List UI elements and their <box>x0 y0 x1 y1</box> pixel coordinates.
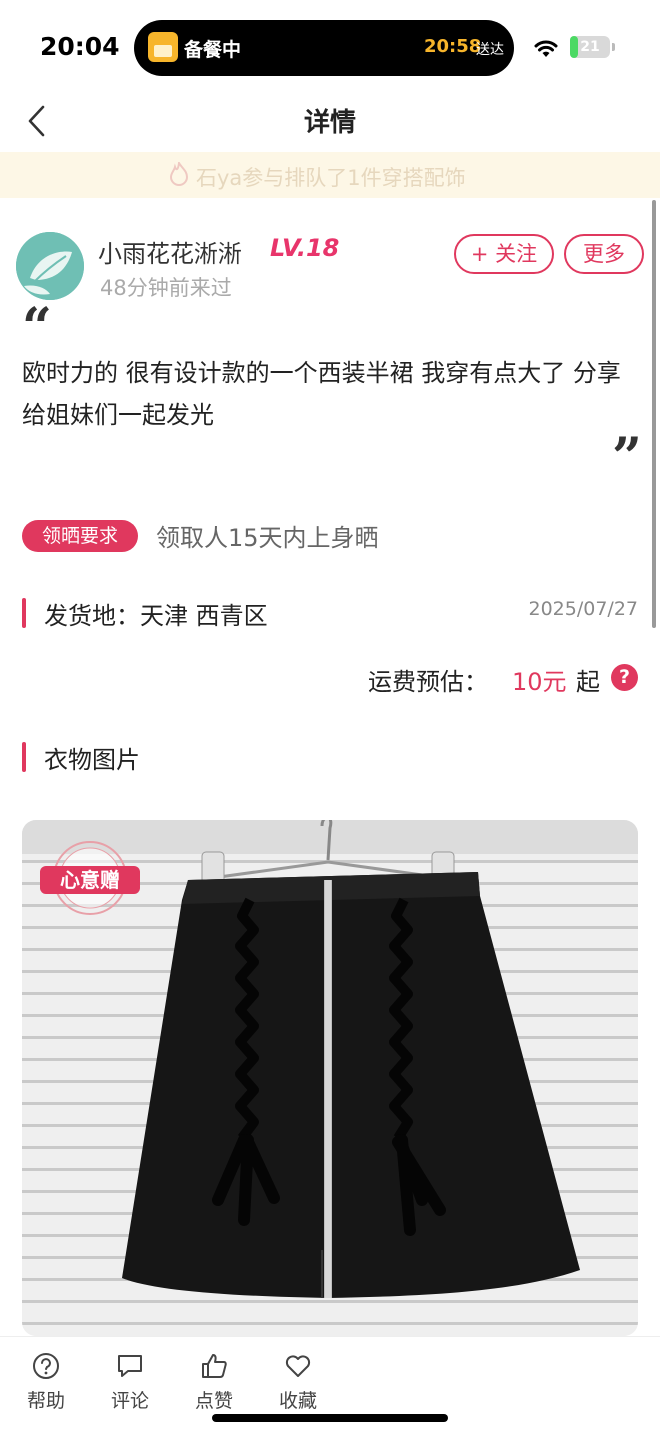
fee-label: 运费预估： <box>368 668 488 696</box>
tab-label: 点赞 <box>194 1390 233 1412</box>
tab-favorite[interactable]: 收藏 <box>268 1352 328 1416</box>
photo-section-title: 衣物图片 <box>44 746 140 774</box>
post-date: 2025/07/27 <box>528 598 638 620</box>
fee-value: 10元 <box>512 668 567 696</box>
heart-icon <box>285 1355 311 1377</box>
nav-bar: 详情 <box>0 90 660 152</box>
fee-help-icon[interactable]: ? <box>611 664 638 691</box>
wifi-icon <box>534 40 558 57</box>
battery-cap <box>612 43 615 51</box>
tab-comment[interactable]: 评论 <box>100 1352 160 1416</box>
section-marker <box>22 598 26 628</box>
open-quote-icon: “ <box>22 297 52 358</box>
fee-suffix: 起 <box>576 668 600 696</box>
tab-like[interactable]: 点赞 <box>184 1352 244 1416</box>
home-indicator <box>212 1414 448 1422</box>
banner-text: 石ya参与排队了1件穿搭配饰 <box>196 166 466 190</box>
food-box-icon <box>148 32 178 62</box>
avatar[interactable] <box>16 232 84 300</box>
user-name[interactable]: 小雨花花淅淅 <box>98 234 242 269</box>
more-button[interactable]: 更多 <box>564 234 644 274</box>
tab-label: 帮助 <box>26 1390 65 1412</box>
status-bar: 20:04 备餐中 20:58 送达 21 <box>0 0 660 90</box>
close-quote-icon: ” <box>612 427 642 488</box>
tab-label: 评论 <box>110 1390 149 1412</box>
comment-icon <box>118 1355 142 1377</box>
tab-label: 收藏 <box>278 1390 317 1412</box>
activity-label: 备餐中 <box>184 39 242 61</box>
requirement-badge: 领晒要求 <box>22 520 138 552</box>
scroll-indicator <box>652 200 656 628</box>
battery-level: 21 <box>580 39 600 55</box>
status-time: 20:04 <box>40 32 120 61</box>
activity-eta: 20:58 <box>424 36 482 57</box>
thumbs-up-icon <box>202 1354 227 1378</box>
live-activity[interactable]: 备餐中 20:58 送达 <box>134 20 514 76</box>
activity-banner[interactable]: 石ya参与排队了1件穿搭配饰 <box>0 152 660 198</box>
flame-icon <box>169 162 189 186</box>
section-marker <box>22 742 26 772</box>
ship-from: 发货地：天津 西青区 <box>44 602 268 630</box>
battery-icon: 21 <box>570 36 610 58</box>
stamp-label: 心意赠 <box>60 868 120 892</box>
page-title: 详情 <box>303 108 356 138</box>
last-seen: 48分钟前来过 <box>100 276 232 300</box>
gift-stamp: 心意赠 <box>40 841 140 915</box>
requirement-text: 领取人15天内上身晒 <box>156 524 379 552</box>
post-description: 欧时力的 很有设计款的一个西装半裙 我穿有点大了 分享给姐妹们一起发光 <box>22 359 621 429</box>
tab-help[interactable]: 帮助 <box>16 1352 76 1416</box>
help-icon <box>33 1353 59 1379</box>
follow-button[interactable]: + 关注 <box>454 234 554 274</box>
activity-eta-suffix: 送达 <box>476 42 504 58</box>
user-level: LV.18 <box>270 234 340 262</box>
leaf-avatar-icon <box>16 232 84 300</box>
